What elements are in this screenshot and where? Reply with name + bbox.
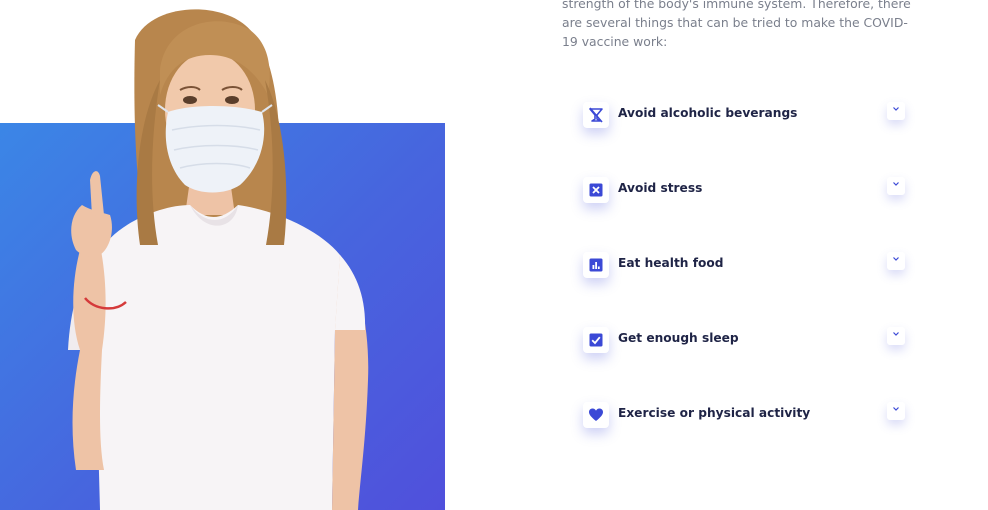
chevron-down-icon[interactable]	[887, 402, 905, 420]
chevron-down-icon[interactable]	[887, 252, 905, 270]
page: strength of the body's immune system. Th…	[0, 0, 988, 510]
chevron-down-icon[interactable]	[887, 327, 905, 345]
tip-label: Eat health food	[618, 256, 724, 270]
close-box-icon	[583, 177, 609, 203]
intro-block: strength of the body's immune system. Th…	[562, 0, 922, 51]
chevron-down-icon[interactable]	[887, 102, 905, 120]
tip-item-exercise[interactable]: Exercise or physical activity	[583, 400, 905, 475]
tip-item-healthy-food[interactable]: Eat health food	[583, 250, 905, 325]
tip-label: Exercise or physical activity	[618, 406, 811, 420]
bar-chart-icon	[583, 252, 609, 278]
tips-accordion: Avoid alcoholic beverangs Avoid stress E…	[583, 100, 905, 475]
heart-icon	[583, 402, 609, 428]
hero-section	[0, 0, 460, 510]
intro-paragraph: strength of the body's immune system. Th…	[562, 0, 911, 49]
tip-item-avoid-alcohol[interactable]: Avoid alcoholic beverangs	[583, 100, 905, 175]
woman-with-mask-illustration	[68, 9, 369, 510]
no-alcohol-icon	[583, 102, 609, 128]
tip-label: Get enough sleep	[618, 331, 739, 345]
tip-item-avoid-stress[interactable]: Avoid stress	[583, 175, 905, 250]
checkbox-icon	[583, 327, 609, 353]
tip-label: Avoid stress	[618, 181, 703, 195]
tip-label: Avoid alcoholic beverangs	[618, 106, 798, 120]
chevron-down-icon[interactable]	[887, 177, 905, 195]
tip-item-sleep[interactable]: Get enough sleep	[583, 325, 905, 400]
